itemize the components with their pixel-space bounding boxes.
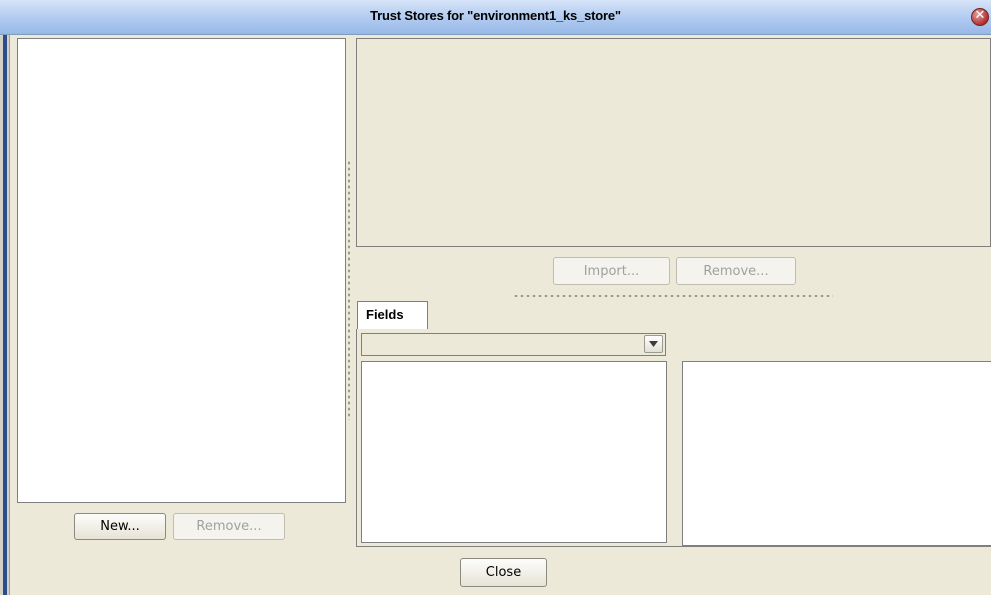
accent-strip: [3, 35, 7, 595]
chevron-down-icon[interactable]: [644, 335, 663, 353]
trust-stores-dialog: Trust Stores for "environment1_ks_store"…: [0, 0, 991, 595]
horizontal-splitter[interactable]: [513, 294, 833, 298]
close-icon[interactable]: ✕: [971, 8, 989, 26]
trust-store-list[interactable]: [17, 38, 346, 503]
title-bar[interactable]: Trust Stores for "environment1_ks_store"…: [0, 0, 991, 35]
fields-select[interactable]: [361, 333, 666, 356]
dialog-title: Trust Stores for "environment1_ks_store": [370, 8, 621, 23]
window-left-border: [0, 35, 10, 595]
tab-fields[interactable]: Fields: [357, 301, 428, 330]
new-trust-store-button[interactable]: New...: [74, 513, 166, 540]
close-button[interactable]: Close: [460, 558, 547, 587]
vertical-splitter[interactable]: [347, 160, 352, 420]
remove-certificate-button[interactable]: Remove...: [676, 257, 796, 285]
certificate-list[interactable]: [356, 38, 991, 247]
import-button[interactable]: Import...: [553, 257, 670, 285]
remove-trust-store-button[interactable]: Remove...: [173, 513, 285, 540]
field-value-panel[interactable]: [682, 361, 991, 546]
fields-list[interactable]: [361, 361, 667, 543]
